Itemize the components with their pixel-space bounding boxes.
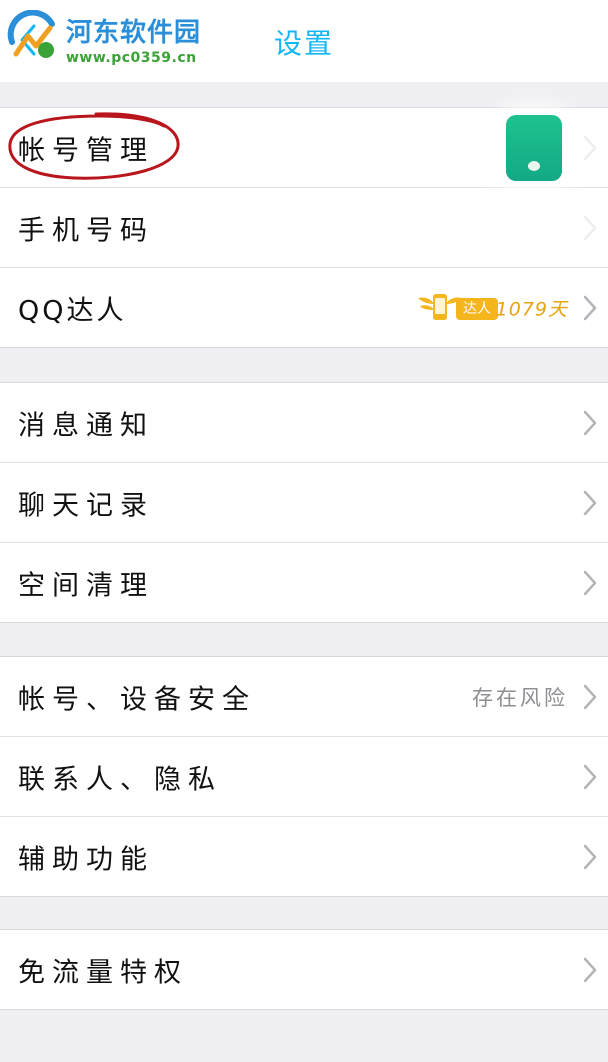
row-label: 消息通知 [18, 410, 154, 441]
watermark-site-name: 河东软件园 [66, 18, 202, 48]
row-label: 辅助功能 [18, 844, 154, 875]
avatar [506, 114, 562, 181]
daren-tag: 达人 [456, 297, 498, 320]
chevron-right-icon [583, 764, 597, 789]
row-storage-cleanup[interactable]: 空间清理 [0, 543, 608, 622]
chevron-right-icon [583, 490, 597, 515]
settings-group-account: 帐号管理 手机号码 QQ达人 达人 1079天 [0, 107, 608, 348]
chevron-right-icon [583, 844, 597, 869]
row-label: 空间清理 [18, 570, 154, 601]
row-label: 帐号、设备安全 [18, 684, 256, 715]
settings-page: 设置 河东软件园 www.pc0359.cn 帐号管理 手机号码 QQ达人 达人… [0, 0, 608, 1062]
row-label: QQ达人 [18, 295, 127, 326]
site-watermark: 河东软件园 www.pc0359.cn [4, 8, 214, 70]
avatar-detail [528, 160, 540, 171]
row-contacts-privacy[interactable]: 联系人、隐私 [0, 737, 608, 817]
row-phone-number[interactable]: 手机号码 [0, 188, 608, 268]
row-account-device-security[interactable]: 帐号、设备安全 存在风险 [0, 657, 608, 737]
settings-group-general: 消息通知 聊天记录 空间清理 [0, 382, 608, 623]
row-accessibility[interactable]: 辅助功能 [0, 817, 608, 896]
settings-group-privileges: 免流量特权 [0, 929, 608, 1010]
risk-status: 存在风险 [472, 685, 568, 710]
chevron-right-icon [583, 684, 597, 709]
row-label: 联系人、隐私 [18, 764, 222, 795]
row-label: 聊天记录 [18, 490, 154, 521]
chevron-right-icon [583, 135, 597, 160]
row-label: 免流量特权 [18, 957, 188, 988]
watermark-logo-icon [7, 10, 55, 58]
settings-group-security: 帐号、设备安全 存在风险 联系人、隐私 辅助功能 [0, 656, 608, 897]
chevron-right-icon [583, 957, 597, 982]
row-message-notification[interactable]: 消息通知 [0, 383, 608, 463]
chevron-right-icon [583, 410, 597, 435]
watermark-url: www.pc0359.cn [66, 50, 197, 66]
row-chat-history[interactable]: 聊天记录 [0, 463, 608, 543]
chevron-right-icon [583, 295, 597, 320]
chevron-right-icon [583, 570, 597, 595]
row-qq-daren[interactable]: QQ达人 达人 1079天 [0, 268, 608, 347]
row-label: 手机号码 [18, 215, 154, 246]
row-account-management[interactable]: 帐号管理 [0, 108, 608, 188]
chevron-right-icon [583, 215, 597, 240]
daren-days: 1079天 [495, 298, 568, 320]
annotation-circle [8, 112, 180, 180]
row-free-data-privilege[interactable]: 免流量特权 [0, 930, 608, 1009]
daren-badge: 达人 [416, 290, 500, 326]
